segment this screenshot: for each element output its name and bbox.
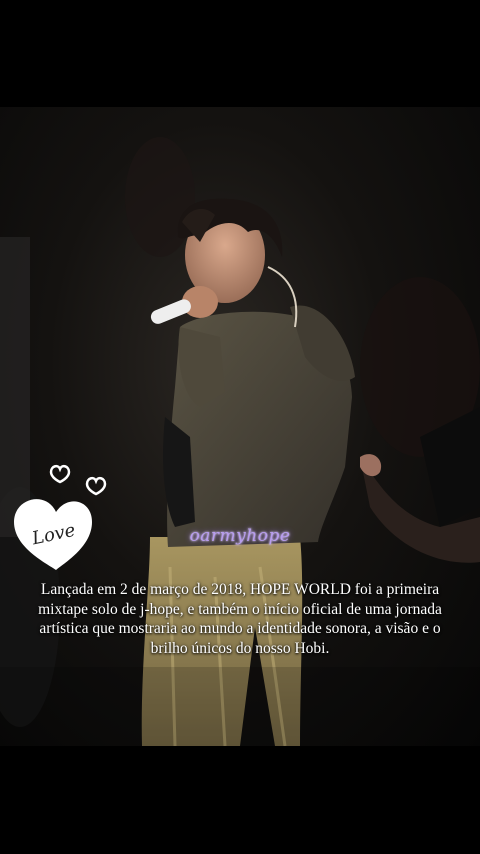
bottom-letterbox [0, 746, 480, 854]
heart-outline-icon [85, 476, 107, 496]
watermark: oarmyhope [189, 526, 291, 546]
heart-outline-icon [49, 464, 71, 484]
love-heart-sticker: Love [12, 460, 107, 575]
post-caption: Lançada em 2 de março de 2018, HOPE WORL… [38, 581, 442, 657]
top-letterbox [0, 0, 480, 107]
